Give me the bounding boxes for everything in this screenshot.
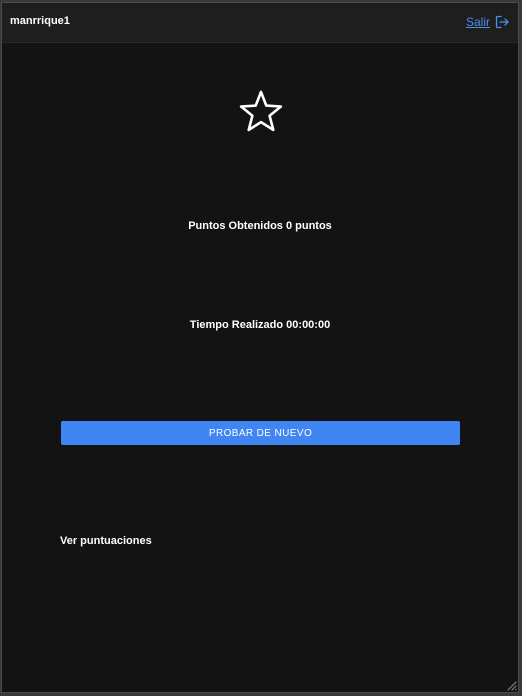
logout-label[interactable]: Salir (466, 15, 490, 29)
username-label: manrrique1 (10, 15, 70, 27)
app-window: manrrique1 Salir Puntos Obtenidos 0 punt… (1, 2, 519, 693)
star-icon (239, 90, 283, 132)
logout-icon[interactable] (494, 14, 510, 30)
retry-button[interactable]: PROBAR DE NUEVO (61, 421, 460, 445)
time-text: Tiempo Realizado 00:00:00 (189, 319, 331, 331)
points-text: Puntos Obtenidos 0 puntos (188, 220, 332, 232)
top-bar: manrrique1 Salir (2, 3, 518, 43)
resize-handle-icon[interactable] (505, 679, 517, 691)
view-scores-link[interactable]: Ver puntuaciones (60, 535, 152, 547)
logout-link[interactable]: Salir (466, 14, 510, 30)
